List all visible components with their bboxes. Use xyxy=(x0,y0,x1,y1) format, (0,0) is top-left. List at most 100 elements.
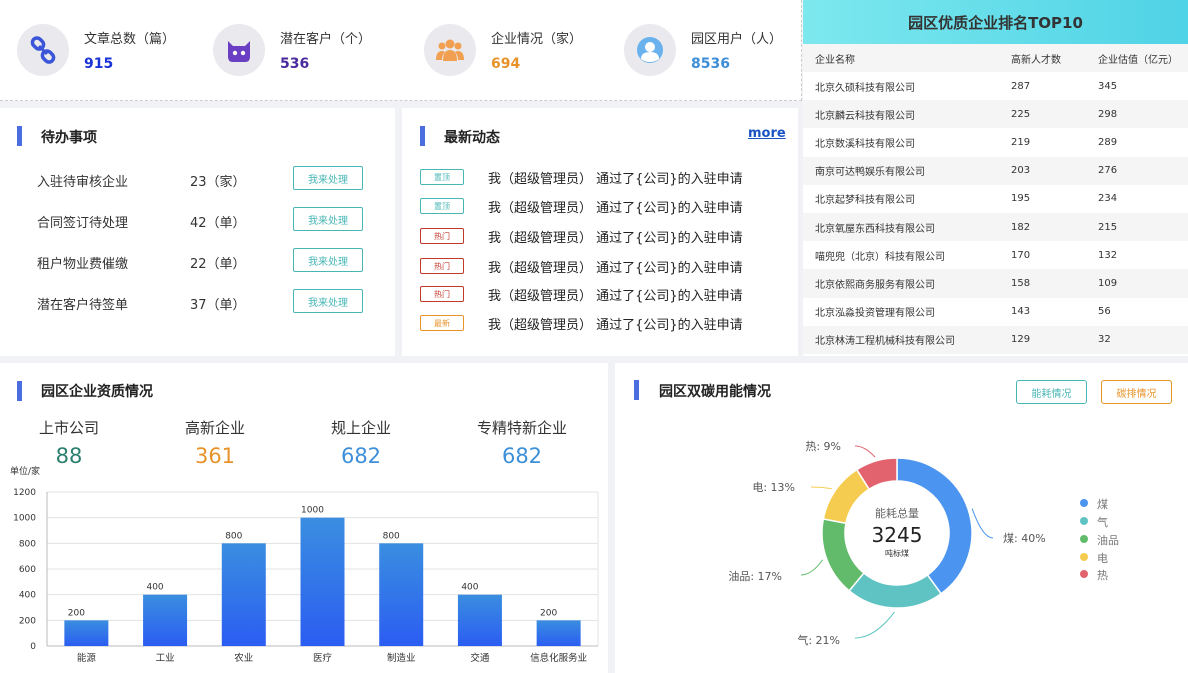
ranking-row: 北京起梦科技有限公司 195 234 xyxy=(803,184,1188,213)
company-cell: 南京可达鸭娱乐有限公司 xyxy=(803,156,999,185)
bar xyxy=(221,543,266,646)
handle-button[interactable]: 我来处理 xyxy=(293,248,363,272)
company-cell: 北京起梦科技有限公司 xyxy=(803,184,999,213)
company-cell: 北京麟云科技有限公司 xyxy=(803,100,999,129)
center-unit: 吨标煤 xyxy=(885,548,909,558)
talent-cell: 195 xyxy=(999,184,1086,213)
company-cell: 北京数溪科技有限公司 xyxy=(803,128,999,157)
x-tick-label: 农业 xyxy=(234,652,253,664)
stat-label: 潜在客户（个） xyxy=(280,32,372,47)
ranking-table: 企业名称 高新人才数 企业估值（亿元） 北京久硕科技有限公司 287 345 北京麟云… xyxy=(803,44,1188,354)
donut-slice[interactable] xyxy=(821,518,865,592)
slice-label: 电: 13% xyxy=(752,481,795,494)
qual-listed: 上市公司 88 xyxy=(4,417,134,468)
more-link[interactable]: more xyxy=(748,126,786,141)
legend-label: 热 xyxy=(1097,569,1108,582)
legend-label: 油品 xyxy=(1097,534,1119,547)
center-label: 能耗总量 xyxy=(875,506,919,520)
talent-cell: 203 xyxy=(999,156,1086,185)
x-tick-label: 医疗 xyxy=(313,652,333,664)
qual-specialized: 专精特新企业 682 xyxy=(457,417,587,468)
news-title: 最新动态 xyxy=(444,130,500,146)
bar-value-label: 400 xyxy=(146,583,163,593)
news-text: 我（超级管理员） 通过了{公司}的入驻申请 xyxy=(488,289,743,304)
talent-cell: 182 xyxy=(999,212,1086,242)
news-text: 我（超级管理员） 通过了{公司}的入驻申请 xyxy=(488,231,743,246)
todo-item: 合同签订待处理 42（单） 我来处理 xyxy=(37,207,363,231)
valuation-cell: 276 xyxy=(1086,156,1188,185)
x-tick-label: 交通 xyxy=(470,652,490,664)
talent-cell: 219 xyxy=(999,128,1086,157)
valuation-cell: 215 xyxy=(1086,212,1188,242)
company-cell: 北京泓淼投资管理有限公司 xyxy=(803,297,999,326)
y-tick-label: 200 xyxy=(19,616,36,626)
stat-value: 694 xyxy=(491,56,521,72)
title-accent xyxy=(17,381,22,401)
ranking-row: 北京数溪科技有限公司 219 289 xyxy=(803,128,1188,157)
slice-leader-line xyxy=(800,559,824,576)
company-cell: 北京久硕科技有限公司 xyxy=(803,72,999,101)
handle-button[interactable]: 我来处理 xyxy=(293,289,363,313)
legend-label: 煤 xyxy=(1097,498,1108,511)
x-tick-label: 能源 xyxy=(77,652,97,664)
carbon-emission-button[interactable]: 碳排情况 xyxy=(1101,380,1172,404)
todo-text: 合同签订待处理 xyxy=(37,216,129,231)
bar-value-label: 200 xyxy=(68,608,85,618)
group-icon xyxy=(424,24,476,76)
todo-text: 租户物业费催缴 xyxy=(37,257,129,272)
news-tag: 置顶 xyxy=(420,198,464,214)
slice-leader-line xyxy=(971,508,994,539)
valuation-cell: 289 xyxy=(1086,128,1188,157)
col-company: 企业名称 xyxy=(803,44,999,72)
qualification-panel: 园区企业资质情况 上市公司 88 高新企业 361 规上企业 682 专精特新企… xyxy=(0,363,608,673)
energy-button[interactable]: 能耗情况 xyxy=(1016,380,1087,404)
talent-cell: 287 xyxy=(999,72,1086,101)
handle-button[interactable]: 我来处理 xyxy=(293,166,363,190)
news-text: 我（超级管理员） 通过了{公司}的入驻申请 xyxy=(488,172,743,187)
company-cell: 喵兜兜（北京）科技有限公司 xyxy=(803,241,999,270)
slice-leader-line xyxy=(854,445,876,458)
legend-dot xyxy=(1080,535,1088,543)
legend-label: 气 xyxy=(1097,516,1108,529)
stat-value: 915 xyxy=(84,56,114,72)
carbon-title: 园区双碳用能情况 xyxy=(659,384,771,400)
todo-text: 入驻待审核企业 xyxy=(37,175,129,190)
todo-item: 租户物业费催缴 22（单） 我来处理 xyxy=(37,248,363,272)
valuation-cell: 56 xyxy=(1086,297,1188,326)
ranking-title: 园区优质企业排名TOP10 xyxy=(803,0,1188,44)
qual-label: 上市公司 xyxy=(38,419,99,437)
todo-count: 22（单） xyxy=(190,257,246,272)
x-tick-label: 工业 xyxy=(156,653,175,664)
stat-value: 8536 xyxy=(691,56,730,72)
talent-cell: 143 xyxy=(999,297,1086,326)
qual-label: 专精特新企业 xyxy=(476,419,567,437)
slice-label: 煤: 40% xyxy=(1003,532,1046,545)
bar xyxy=(457,594,502,646)
stat-label: 园区用户（人） xyxy=(691,32,783,47)
todo-text: 潜在客户待签单 xyxy=(37,298,129,313)
qual-hightech: 高新企业 361 xyxy=(150,417,280,468)
news-tag: 置顶 xyxy=(420,169,464,185)
title-accent xyxy=(420,126,425,146)
carbon-panel: 园区双碳用能情况 能耗情况 碳排情况 煤: 40% 气: 21% 油品: 17% 电:… xyxy=(615,363,1188,673)
news-text: 我（超级管理员） 通过了{公司}的入驻申请 xyxy=(488,318,743,333)
bar-value-label: 1000 xyxy=(301,506,324,516)
handle-button[interactable]: 我来处理 xyxy=(293,207,363,231)
slice-label: 油品: 17% xyxy=(728,569,782,583)
bar-value-label: 800 xyxy=(225,531,242,541)
col-valuation: 企业估值（亿元） xyxy=(1086,44,1188,72)
legend-dot xyxy=(1080,570,1088,578)
ranking-row: 北京泓淼投资管理有限公司 143 56 xyxy=(803,297,1188,326)
bar-value-label: 200 xyxy=(540,608,557,618)
ranking-row: 喵兜兜（北京）科技有限公司 170 132 xyxy=(803,241,1188,270)
valuation-cell: 132 xyxy=(1086,241,1188,270)
y-tick-label: 1000 xyxy=(13,514,36,524)
ranking-row: 北京氧屋东西科技有限公司 182 215 xyxy=(803,212,1188,242)
todo-panel: 待办事项 入驻待审核企业 23（家） 我来处理 合同签订待处理 42（单） 我来处理 租户物… xyxy=(0,108,395,356)
donut-slice[interactable] xyxy=(848,572,943,609)
qual-scale: 规上企业 682 xyxy=(296,417,426,468)
valuation-cell: 109 xyxy=(1086,269,1188,298)
x-tick-label: 信息化服务业 xyxy=(530,652,587,664)
todo-title: 待办事项 xyxy=(41,130,97,146)
ranking-row: 北京久硕科技有限公司 287 345 xyxy=(803,72,1188,101)
